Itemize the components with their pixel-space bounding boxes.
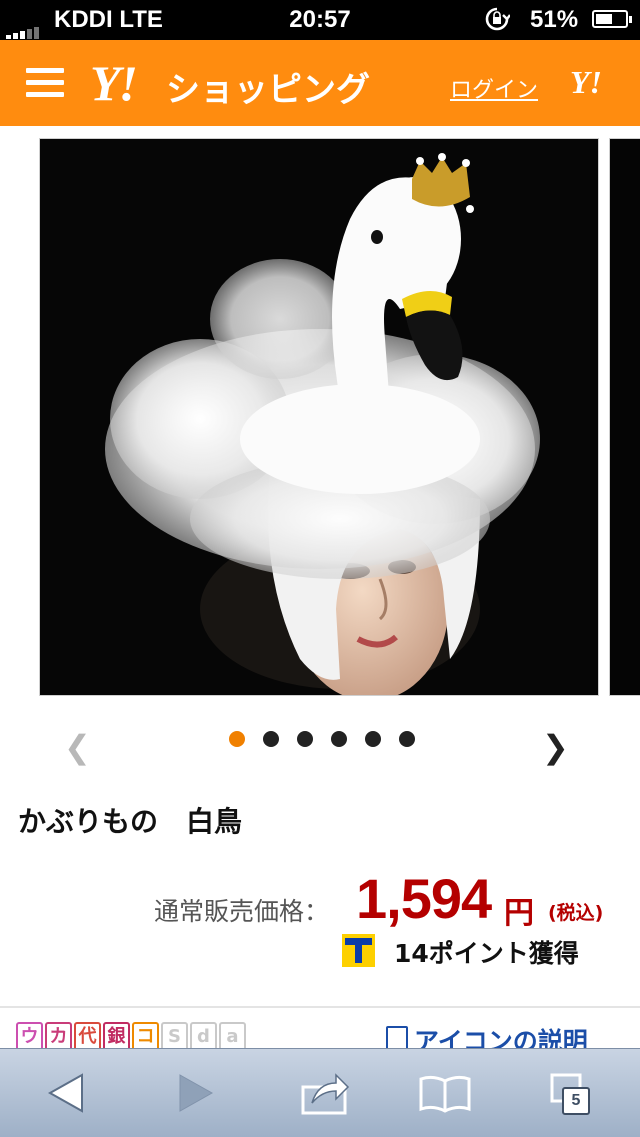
pager-dot[interactable] [297,731,313,747]
pager-dot-active[interactable] [229,731,245,747]
pager-dot[interactable] [365,731,381,747]
product-title: かぶりもの 白鳥 [18,805,243,838]
points-earned: 14ポイント獲得 [394,939,579,968]
next-photo-peek[interactable] [609,138,640,696]
tax-note: (税込) [548,902,604,924]
pager-dot[interactable] [399,731,415,747]
back-arrow-icon[interactable] [46,1069,86,1117]
pager-dots [229,731,433,751]
swan-hat-photo [40,139,598,695]
battery-percent: 51% [530,6,579,33]
product-photo[interactable] [39,138,599,696]
shopping-logo-text[interactable]: ショッピング [166,62,370,111]
tabs-count-badge: 5 [562,1087,590,1115]
pager-dot[interactable] [263,731,279,747]
yahoo-corner-logo[interactable]: Y! [570,64,602,101]
battery-icon [592,10,632,28]
price-label: 通常販売価格： [154,897,330,926]
pager-dot[interactable] [331,731,347,747]
product-image-carousel[interactable] [0,126,640,706]
app-header: Y! ショッピング ログイン Y! [0,40,640,126]
chevron-right-icon[interactable]: ❯ [542,728,569,766]
tpoint-icon [342,934,375,967]
menu-icon[interactable] [26,68,64,98]
divider [0,1006,640,1008]
carousel-pager: ❮ ❯ [0,718,640,766]
chevron-left-icon[interactable]: ❮ [64,728,91,766]
login-link[interactable]: ログイン [450,72,538,104]
yahoo-logo[interactable]: Y! [90,54,138,112]
price-value: 1,594 [356,867,492,930]
price-currency: 円 [504,896,534,931]
share-icon[interactable] [300,1069,350,1117]
forward-arrow-icon[interactable] [176,1069,216,1117]
browser-toolbar: 5 [0,1048,640,1137]
status-bar: KDDI LTE 20:57 51% [0,0,640,40]
bookmarks-icon[interactable] [418,1069,472,1117]
rotation-lock-icon [485,7,510,31]
tabs-button[interactable]: 5 [548,1069,594,1117]
